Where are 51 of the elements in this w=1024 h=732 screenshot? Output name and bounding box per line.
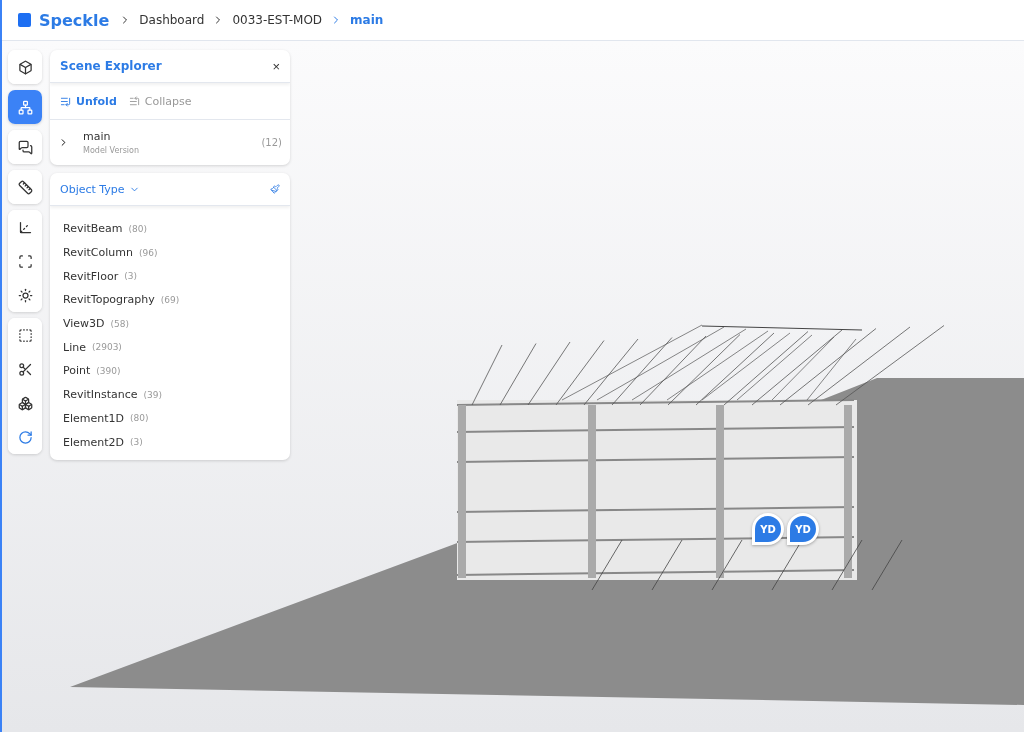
cube-icon xyxy=(17,59,33,75)
logo-icon xyxy=(18,13,31,27)
object-count: (69) xyxy=(160,294,180,305)
fit-view-icon xyxy=(17,253,33,269)
collapse-icon xyxy=(128,95,140,107)
filter-dropdown[interactable]: Object Type xyxy=(60,182,140,196)
object-count: (39) xyxy=(143,389,163,400)
object-count: (80) xyxy=(130,413,149,424)
breadcrumb-link[interactable]: 0033-EST-MOD xyxy=(232,13,323,27)
ruler-icon xyxy=(17,179,33,195)
object-type-name[interactable]: Point xyxy=(63,364,91,378)
object-count: (80) xyxy=(128,223,148,234)
unfold-button[interactable]: Unfold xyxy=(60,94,117,108)
object-count: (3) xyxy=(124,271,137,282)
tool-button[interactable] xyxy=(8,210,42,244)
breadcrumb-link[interactable]: main xyxy=(350,13,384,27)
object-type-name[interactable]: RevitBeam xyxy=(63,222,123,236)
object-count: (390) xyxy=(96,365,121,376)
object-count: (2903) xyxy=(91,342,122,353)
tree-icon xyxy=(17,99,33,115)
model-name[interactable]: main xyxy=(83,130,139,143)
boxes-icon xyxy=(17,395,33,411)
close-button[interactable]: × xyxy=(272,58,280,74)
object-type-name[interactable]: RevitFloor xyxy=(63,269,119,283)
axes-icon xyxy=(17,219,33,235)
item-count: (12) xyxy=(261,137,282,148)
sun-icon xyxy=(17,287,33,303)
tool-button[interactable] xyxy=(8,278,42,312)
breadcrumb-link[interactable]: Dashboard xyxy=(139,13,205,27)
chat-bubbles-icon xyxy=(17,139,33,155)
panel-title: Scene Explorer xyxy=(60,59,162,73)
tool-button[interactable] xyxy=(8,130,42,164)
object-type-name[interactable]: RevitColumn xyxy=(63,246,133,260)
object-type-name[interactable]: RevitInstance xyxy=(63,388,138,402)
section-box-icon xyxy=(17,327,33,343)
object-count: (96) xyxy=(138,247,158,258)
paint-brush-icon[interactable] xyxy=(270,184,280,194)
object-type-name[interactable]: RevitTopography xyxy=(63,293,155,307)
model-subtitle: Model Version xyxy=(83,146,139,155)
brand-name[interactable]: Speckle xyxy=(39,10,110,30)
object-type-name[interactable]: Element2D xyxy=(63,435,124,449)
unfold-icon xyxy=(60,95,71,107)
tool-button[interactable] xyxy=(8,50,42,84)
object-type-name[interactable]: View3D xyxy=(63,317,105,331)
object-type-name[interactable]: Element1D xyxy=(63,411,124,425)
refresh-icon xyxy=(17,429,33,445)
scissors-icon xyxy=(17,361,33,377)
object-type-name[interactable]: Line xyxy=(63,340,86,354)
tool-button[interactable] xyxy=(8,170,42,204)
object-count: (3) xyxy=(130,437,143,448)
object-count: (58) xyxy=(110,318,130,329)
